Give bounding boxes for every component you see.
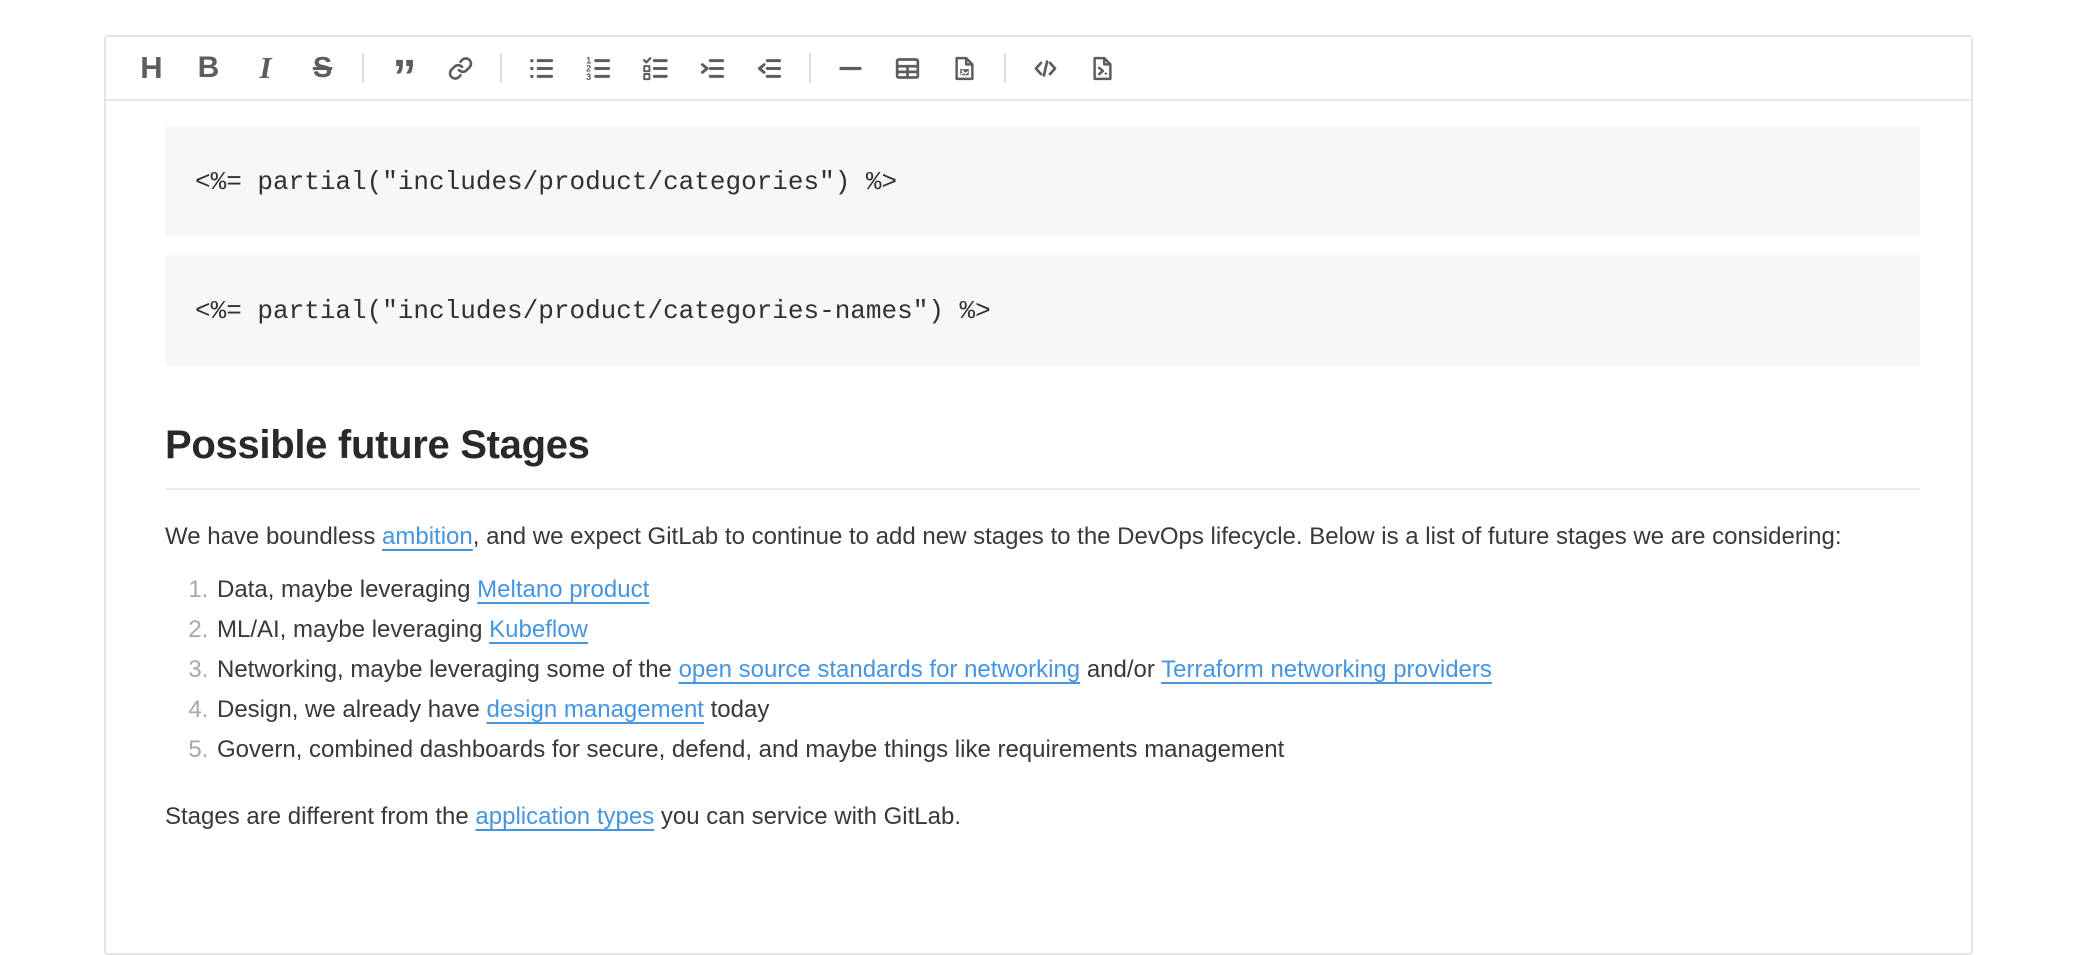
horizontal-rule-button[interactable] <box>833 46 868 90</box>
code-button[interactable] <box>1028 46 1063 90</box>
editor-toolbar: H B I S ” <box>106 37 1971 101</box>
inline-link[interactable]: Meltano product <box>477 576 649 603</box>
toolbar-divider <box>500 53 502 83</box>
ordered-list-icon: 1 2 3 <box>585 55 612 82</box>
inline-link[interactable]: Kubeflow <box>489 616 588 643</box>
toolbar-divider <box>1004 53 1006 83</box>
code-block[interactable]: <%= partial("includes/product/categories… <box>165 255 1920 366</box>
bold-icon: B <box>198 51 220 85</box>
text-segment: Design, we already have <box>217 696 486 723</box>
inline-link[interactable]: Terraform networking providers <box>1161 656 1492 683</box>
table-icon <box>894 55 921 82</box>
text-segment: today <box>704 696 769 723</box>
bullet-list-icon <box>528 55 555 82</box>
horizontal-rule-icon <box>837 55 864 82</box>
code-block-button[interactable] <box>1085 46 1120 90</box>
heading-button[interactable]: H <box>134 46 169 90</box>
outdent-button[interactable] <box>752 46 787 90</box>
link-button[interactable] <box>443 46 478 90</box>
image-icon <box>951 55 978 82</box>
future-stages-list: Data, maybe leveraging Meltano productML… <box>165 570 1920 770</box>
image-button[interactable] <box>947 46 982 90</box>
heading-icon: H <box>140 50 162 86</box>
blockquote-icon: ” <box>393 54 415 102</box>
link-icon <box>447 55 474 82</box>
inline-link[interactable]: open source standards for networking <box>679 656 1081 683</box>
text-segment: Stages are different from the <box>165 803 475 830</box>
inline-link[interactable]: design management <box>486 696 703 723</box>
outdent-icon <box>756 55 783 82</box>
text-segment: ML/AI, maybe leveraging <box>217 616 489 643</box>
list-item: Networking, maybe leveraging some of the… <box>215 650 1920 690</box>
strikethrough-button[interactable]: S <box>305 46 340 90</box>
list-item: ML/AI, maybe leveraging Kubeflow <box>215 610 1920 650</box>
code-text: <%= partial("includes/product/categories… <box>195 296 991 326</box>
text-segment: Data, maybe leveraging <box>217 576 477 603</box>
list-item: Govern, combined dashboards for secure, … <box>215 730 1920 770</box>
inline-link[interactable]: application types <box>475 803 654 830</box>
outro-paragraph: Stages are different from the applicatio… <box>165 796 1920 838</box>
toolbar-divider <box>362 53 364 83</box>
italic-button[interactable]: I <box>248 46 283 90</box>
text-segment: you can service with GitLab. <box>654 803 961 830</box>
section-heading: Possible future Stages <box>165 422 1920 490</box>
toolbar-divider <box>809 53 811 83</box>
code-block-icon <box>1089 55 1116 82</box>
code-block[interactable]: <%= partial("includes/product/categories… <box>165 126 1920 237</box>
code-icon <box>1032 55 1059 82</box>
blockquote-button[interactable]: ” <box>386 46 421 90</box>
text-segment: and/or <box>1080 656 1161 683</box>
svg-text:3: 3 <box>586 71 591 81</box>
intro-paragraph: We have boundless ambition, and we expec… <box>165 516 1920 558</box>
text-segment: We have boundless <box>165 523 382 550</box>
text-segment: Networking, maybe leveraging some of the <box>217 656 679 683</box>
text-segment: Govern, combined dashboards for secure, … <box>217 736 1284 763</box>
list-item: Design, we already have design managemen… <box>215 690 1920 730</box>
list-item: Data, maybe leveraging Meltano product <box>215 570 1920 610</box>
task-list-icon <box>642 55 669 82</box>
editor-card: H B I S ” <box>104 35 1973 955</box>
indent-icon <box>699 55 726 82</box>
indent-button[interactable] <box>695 46 730 90</box>
bold-button[interactable]: B <box>191 46 226 90</box>
bullet-list-button[interactable] <box>524 46 559 90</box>
text-segment: , and we expect GitLab to continue to ad… <box>473 523 1842 550</box>
editor-content[interactable]: <%= partial("includes/product/categories… <box>106 101 1971 838</box>
ordered-list-button[interactable]: 1 2 3 <box>581 46 616 90</box>
strikethrough-icon: S <box>313 52 332 85</box>
italic-icon: I <box>259 50 271 86</box>
table-button[interactable] <box>890 46 925 90</box>
code-text: <%= partial("includes/product/categories… <box>195 167 897 197</box>
task-list-button[interactable] <box>638 46 673 90</box>
inline-link[interactable]: ambition <box>382 523 473 550</box>
